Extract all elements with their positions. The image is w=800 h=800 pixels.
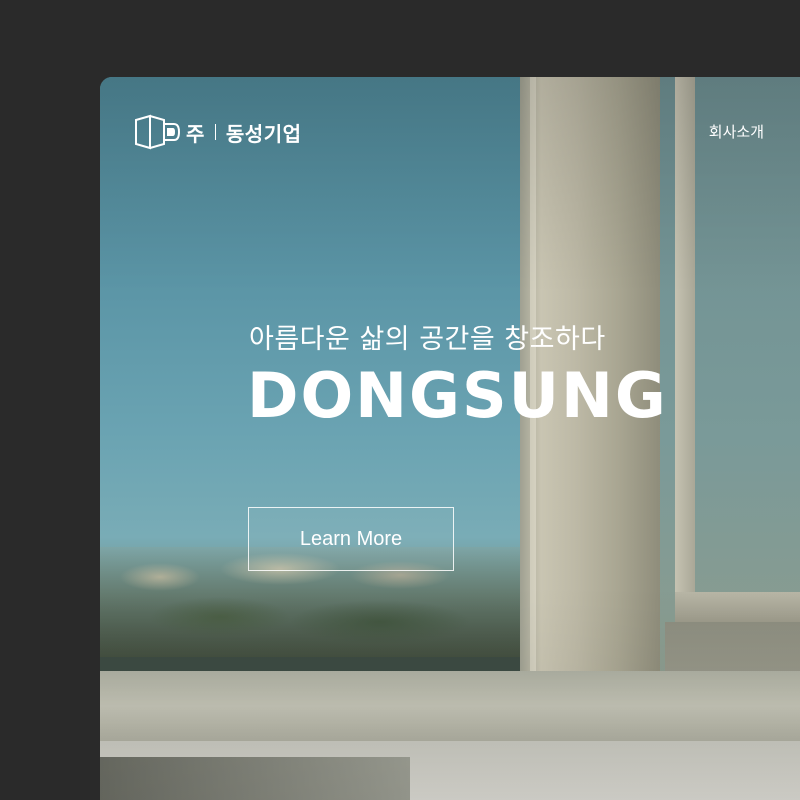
- logo-divider: [214, 124, 216, 140]
- hero-background-image: [100, 77, 800, 800]
- learn-more-button[interactable]: Learn More: [248, 507, 454, 571]
- vignette-overlay: [100, 77, 800, 800]
- logo-window-icon: [135, 114, 180, 150]
- logo-prefix: 주: [186, 121, 205, 146]
- hero-subtitle: 아름다운 삶의 공간을 창조하다: [249, 324, 606, 355]
- hero-title: DONGSUNG: [247, 359, 668, 432]
- logo-text: 동성기업: [225, 121, 302, 146]
- hero-frame: 주 동성기업 회사소개 아름다운 삶의 공간을 창조하다 DONGSUNG Le…: [100, 77, 800, 800]
- nav-link-company-intro[interactable]: 회사소개: [709, 121, 764, 142]
- company-logo[interactable]: 주 동성기업: [134, 112, 302, 152]
